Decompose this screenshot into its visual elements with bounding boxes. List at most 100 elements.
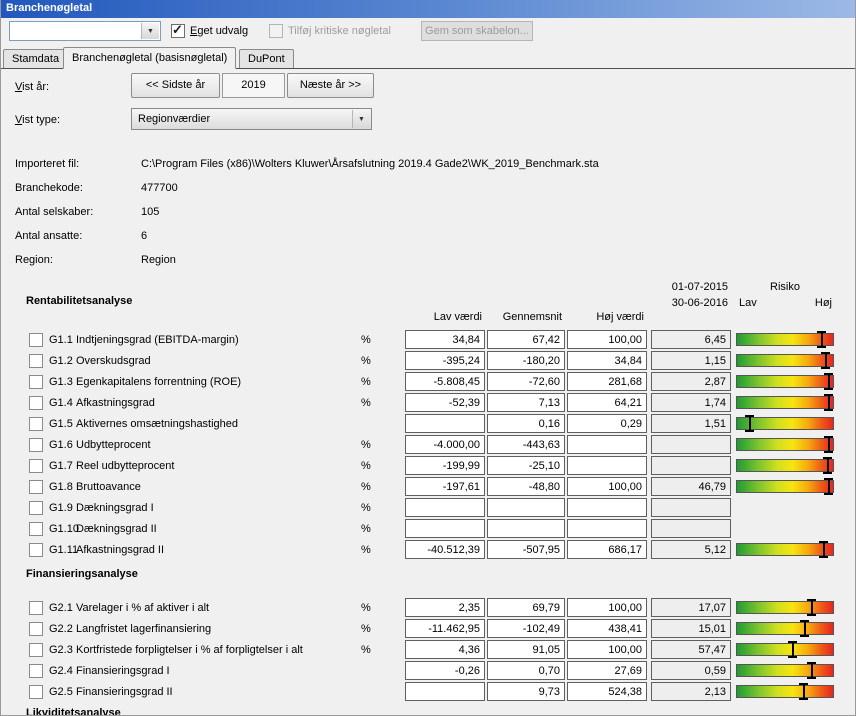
chevron-down-icon[interactable]: ▼: [141, 23, 159, 39]
cell-low-value: 34,84: [405, 330, 485, 349]
col-header-average: Gennemsnit: [487, 311, 562, 323]
risk-marker: [800, 620, 809, 637]
row-code: G2.5: [49, 686, 73, 698]
row-unit-percent: %: [361, 502, 371, 514]
cell-period-value: 1,74: [651, 393, 731, 412]
risk-marker: [745, 415, 754, 432]
cell-low-value: -395,24: [405, 351, 485, 370]
row-checkbox[interactable]: [29, 396, 43, 410]
table-row: G1.8Bruttoavance%-197,61-48,80100,0046,7…: [1, 477, 856, 498]
cell-average-value: -102,49: [487, 619, 565, 638]
table-row: G1.9Dækningsgrad I%: [1, 498, 856, 519]
info-row-region: Region: Region: [1, 254, 856, 267]
row-code: G1.3: [49, 376, 73, 388]
section-title: Finansieringsanalyse: [26, 568, 138, 580]
row-code: G1.9: [49, 502, 73, 514]
section-header: Rentabilitetsanalyse01-07-201530-06-2016…: [1, 278, 856, 330]
table-row: G2.2Langfristet lagerfinansiering%-11.46…: [1, 619, 856, 640]
cell-average-value: -180,20: [487, 351, 565, 370]
kritiske-nogletal-checkbox-group: Tilføj kritiske nøgletal: [269, 24, 391, 38]
cell-high-value: [567, 435, 647, 454]
row-unit-percent: %: [361, 644, 371, 656]
row-checkbox[interactable]: [29, 480, 43, 494]
risk-marker: [824, 478, 833, 495]
cell-low-value: -199,99: [405, 456, 485, 475]
cell-average-value: 0,70: [487, 661, 565, 680]
row-checkbox[interactable]: [29, 375, 43, 389]
row-code: G2.3: [49, 644, 73, 656]
risk-scale-high-label: Høj: [736, 297, 832, 309]
cell-period-value: 46,79: [651, 477, 731, 496]
table-row: G2.1Varelager i % af aktiver i alt%2,356…: [1, 598, 856, 619]
vist-type-combobox[interactable]: Regionværdier ▼: [131, 108, 372, 130]
row-checkbox[interactable]: [29, 438, 43, 452]
row-code: G1.2: [49, 355, 73, 367]
info-value: 105: [141, 206, 159, 218]
row-code: G2.2: [49, 623, 73, 635]
title-bar[interactable]: Branchenøgletal: [1, 0, 855, 18]
tab-stamdata[interactable]: Stamdata: [3, 49, 68, 68]
chevron-down-icon[interactable]: ▼: [352, 110, 370, 128]
next-year-button[interactable]: Næste år >>: [287, 73, 374, 98]
table-row: G2.3Kortfristede forpligtelser i % af fo…: [1, 640, 856, 661]
cell-low-value: [405, 498, 485, 517]
row-checkbox[interactable]: [29, 622, 43, 636]
risk-gradient-bar: [736, 459, 834, 472]
row-checkbox[interactable]: [29, 685, 43, 699]
cell-average-value: 9,73: [487, 682, 565, 701]
tab-dupont[interactable]: DuPont: [239, 49, 294, 68]
row-checkbox[interactable]: [29, 643, 43, 657]
row-name: Dækningsgrad I: [76, 502, 154, 514]
tab-strip: Stamdata Branchenøgletal (basisnøgletal)…: [1, 46, 855, 69]
info-value: 477700: [141, 182, 178, 194]
row-code: G1.10: [49, 523, 79, 535]
eget-udvalg-label: Eget udvalg: [190, 25, 248, 37]
previous-year-button[interactable]: << Sidste år: [131, 73, 220, 98]
cell-average-value: 7,13: [487, 393, 565, 412]
row-name: Finansieringsgrad I: [76, 665, 170, 677]
kritiske-nogletal-checkbox[interactable]: [269, 24, 283, 38]
cell-low-value: [405, 519, 485, 538]
row-checkbox[interactable]: [29, 601, 43, 615]
cell-high-value: 64,21: [567, 393, 647, 412]
row-checkbox[interactable]: [29, 417, 43, 431]
cell-low-value: -0,26: [405, 661, 485, 680]
row-unit-percent: %: [361, 355, 371, 367]
section-header: Likviditetsanalyse: [1, 703, 856, 716]
row-checkbox[interactable]: [29, 522, 43, 536]
risk-gradient-bar: [736, 417, 834, 430]
table-row: G1.11Afkastningsgrad II%-40.512,39-507,9…: [1, 540, 856, 561]
row-checkbox[interactable]: [29, 459, 43, 473]
row-checkbox[interactable]: [29, 664, 43, 678]
row-checkbox[interactable]: [29, 354, 43, 368]
cell-period-value: 57,47: [651, 640, 731, 659]
risk-marker: [821, 352, 830, 369]
row-code: G1.4: [49, 397, 73, 409]
risk-gradient-bar: [736, 480, 834, 493]
row-unit-percent: %: [361, 460, 371, 472]
risk-gradient-bar: [736, 375, 834, 388]
info-value: C:\Program Files (x86)\Wolters Kluwer\År…: [141, 158, 599, 170]
template-combobox[interactable]: ▼: [9, 21, 161, 41]
risk-gradient-bar: [736, 543, 834, 556]
row-checkbox[interactable]: [29, 543, 43, 557]
cell-period-value: 2,13: [651, 682, 731, 701]
cell-high-value: 438,41: [567, 619, 647, 638]
info-row-branchekode: Branchekode: 477700: [1, 182, 856, 195]
cell-average-value: [487, 519, 565, 538]
cell-period-value: 2,87: [651, 372, 731, 391]
vist-type-label: Vist type:: [15, 114, 60, 126]
row-unit-percent: %: [361, 334, 371, 346]
tab-branchenogletal[interactable]: Branchenøgletal (basisnøgletal): [63, 47, 236, 69]
row-code: G1.5: [49, 418, 73, 430]
cell-high-value: 34,84: [567, 351, 647, 370]
eget-udvalg-checkbox[interactable]: [171, 24, 185, 38]
gem-som-skabelon-button[interactable]: Gem som skabelon...: [421, 21, 533, 41]
cell-period-value: 15,01: [651, 619, 731, 638]
row-checkbox[interactable]: [29, 333, 43, 347]
row-checkbox[interactable]: [29, 501, 43, 515]
info-value: 6: [141, 230, 147, 242]
row-name: Afkastningsgrad II: [76, 544, 164, 556]
cell-high-value: 281,68: [567, 372, 647, 391]
row-code: G2.1: [49, 602, 73, 614]
